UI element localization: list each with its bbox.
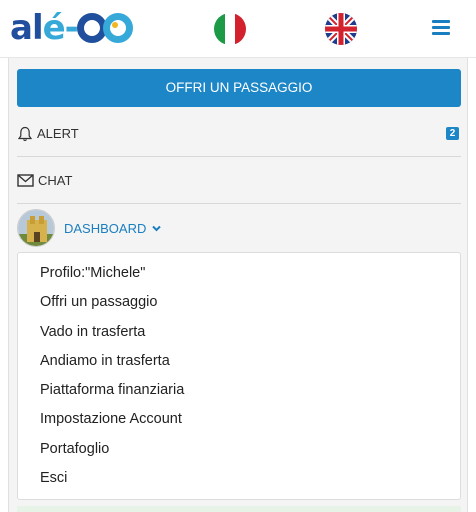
chat-label: CHAT bbox=[38, 173, 73, 188]
logo-letters-al: al bbox=[10, 8, 44, 48]
dropdown-item-finance[interactable]: Piattaforma finanziaria bbox=[40, 382, 184, 398]
chevron-down-icon bbox=[152, 225, 162, 231]
user-avatar bbox=[17, 209, 55, 247]
dropdown-item-away-trip[interactable]: Vado in trasferta bbox=[40, 324, 145, 340]
offer-ride-button[interactable]: OFFRI UN PASSAGGIO bbox=[17, 69, 461, 107]
dropdown-item-offer-ride[interactable]: Offri un passaggio bbox=[40, 294, 157, 310]
brand-logo[interactable]: al é - bbox=[10, 8, 133, 48]
dashboard-label: DASHBOARD bbox=[64, 220, 147, 236]
dropdown-item-group-trip[interactable]: Andiamo in trasferta bbox=[40, 353, 170, 369]
dropdown-item-account-settings[interactable]: Impostazione Account bbox=[40, 411, 182, 427]
hamburger-icon[interactable] bbox=[432, 20, 450, 36]
alert-count-badge: 2 bbox=[446, 127, 459, 140]
alert-label: ALERT bbox=[37, 126, 79, 141]
dashboard-dropdown: Profilo:"Michele" Offri un passaggio Vad… bbox=[17, 252, 461, 500]
italian-flag-icon[interactable] bbox=[214, 13, 246, 45]
dashboard-toggle[interactable]: DASHBOARD bbox=[17, 208, 461, 248]
logo-dash: - bbox=[64, 8, 79, 48]
dropdown-item-logout[interactable]: Esci bbox=[40, 470, 67, 486]
bottom-strip bbox=[17, 506, 461, 512]
logo-ball bbox=[102, 13, 133, 43]
menu-item-alert[interactable]: ALERT 2 bbox=[17, 111, 461, 157]
dropdown-item-profile[interactable]: Profilo:"Michele" bbox=[40, 265, 145, 281]
logo-oo bbox=[76, 13, 133, 43]
side-menu-panel: OFFRI UN PASSAGGIO ALERT 2 CHAT DASHBOAR bbox=[8, 58, 468, 512]
dropdown-item-wallet[interactable]: Portafoglio bbox=[40, 441, 109, 457]
logo-letter-e: é bbox=[42, 8, 66, 48]
top-navbar: al é - bbox=[0, 0, 476, 58]
menu-item-chat[interactable]: CHAT bbox=[17, 158, 461, 204]
english-flag-icon[interactable] bbox=[325, 13, 357, 45]
envelope-icon bbox=[17, 173, 34, 187]
bell-icon bbox=[17, 126, 33, 141]
